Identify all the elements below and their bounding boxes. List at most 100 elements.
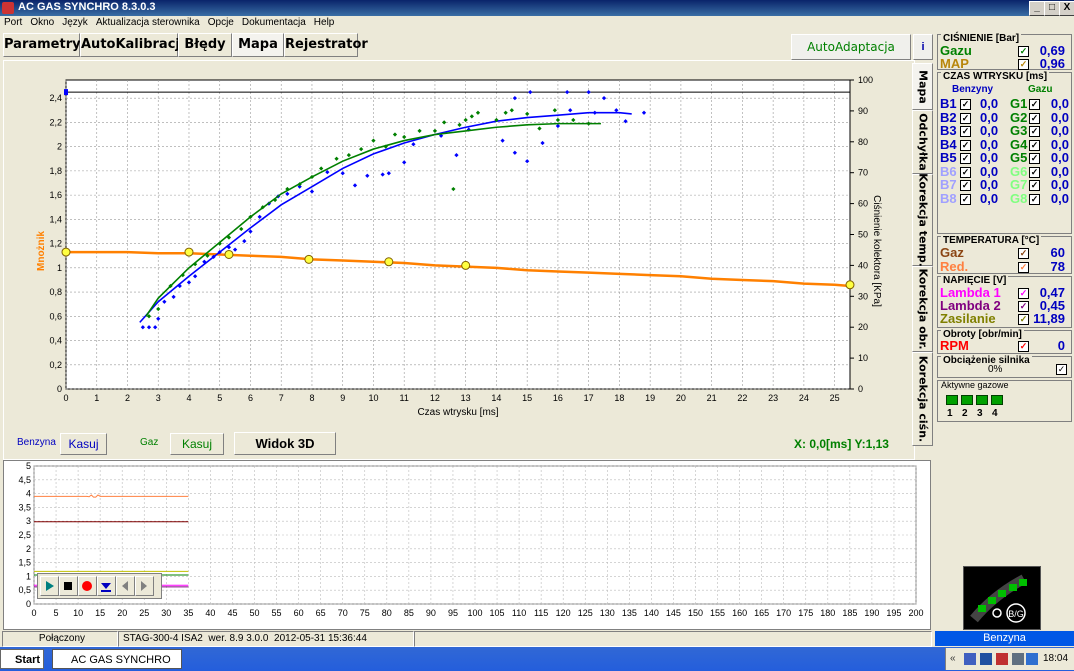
play-button[interactable] [40, 576, 59, 596]
petrol-injector-checkbox[interactable]: ✓ [960, 180, 971, 191]
petrol-injector-checkbox[interactable]: ✓ [960, 193, 971, 205]
petrol-injector-checkbox[interactable]: ✓ [960, 126, 971, 137]
tray-icon-2[interactable] [980, 653, 992, 665]
minimize-button[interactable]: _ [1029, 1, 1045, 16]
widok-3d-button[interactable]: Widok 3D [234, 432, 336, 455]
y-axis-ticks: 0 0,2 0,4 0,6 0,8 1 1,2 1,4 1,6 1,8 2 2,2 2,4 [49, 93, 62, 394]
map-checkbox[interactable]: ✓ [1018, 59, 1029, 70]
temp-gaz-checkbox[interactable]: ✓ [1018, 248, 1029, 259]
y-tick-label: 1 [57, 263, 62, 273]
menu-dokumentacja[interactable]: Dokumentacja [238, 16, 310, 28]
gas-injector-checkbox[interactable]: ✓ [1029, 99, 1040, 110]
gas-injector-value: 0,0 [1050, 136, 1069, 152]
recorder-x-tick-label: 165 [754, 608, 769, 618]
gazu-checkbox[interactable]: ✓ [1018, 46, 1029, 57]
recorder-x-tick-label: 145 [666, 608, 681, 618]
next-button[interactable] [135, 576, 154, 596]
maximize-button[interactable]: □ [1044, 1, 1060, 16]
play-icon [46, 581, 54, 591]
close-button[interactable]: X [1059, 1, 1074, 16]
info-button[interactable]: i [913, 34, 933, 60]
tray-expand-icon[interactable]: « [950, 648, 956, 670]
menu-help[interactable]: Help [310, 16, 339, 28]
lambda2-checkbox[interactable]: ✓ [1018, 301, 1029, 312]
petrol-injector-value: 0,0 [980, 136, 999, 152]
gas-injector-number: 1 [947, 408, 953, 419]
y2-tick-label: 0 [858, 384, 863, 394]
tray-icon-5[interactable] [1026, 653, 1038, 665]
petrol-injector-checkbox[interactable]: ✓ [960, 139, 971, 151]
menu-port[interactable]: Port [0, 16, 26, 28]
injector-row: B7 ✓ 0,0 G7 ✓ 0,0 [940, 178, 1069, 191]
recorder-x-tick-label: 180 [820, 608, 835, 618]
vtab-korekcja-cisn[interactable]: Korekcja ciśn. [912, 352, 933, 446]
chart-grid [65, 79, 851, 390]
petrol-marker [224, 249, 234, 259]
gas-injector-checkbox[interactable]: ✓ [1029, 166, 1040, 178]
bg-switch[interactable]: B/G [963, 566, 1041, 630]
kasuj-gaz-button[interactable]: Kasuj [170, 433, 224, 455]
x-tick-label: 19 [645, 393, 655, 403]
autoadaptacja-button[interactable]: AutoAdaptacja [791, 34, 911, 60]
tab-bledy[interactable]: Błędy [178, 33, 232, 57]
vtab-odchylka[interactable]: Odchyłka [912, 110, 933, 174]
y-tick-label: 0,4 [49, 336, 62, 346]
gas-injector-icon [946, 395, 958, 405]
tab-rejestrator[interactable]: Rejestrator [284, 33, 368, 57]
recorder-y-tick-label: 4,5 [18, 475, 31, 485]
gas-injector-checkbox[interactable]: ✓ [1029, 139, 1040, 151]
title-bar: AC GAS SYNCHRO 8.3.0.3 _ □ X [0, 0, 1074, 16]
record-button[interactable] [78, 576, 97, 596]
tab-mapa[interactable]: Mapa [232, 33, 284, 57]
zasilanie-checkbox[interactable]: ✓ [1018, 314, 1029, 325]
tray-icon-1[interactable] [964, 653, 976, 665]
petrol-injector-checkbox[interactable]: ✓ [960, 112, 971, 124]
tray-clock: 18:04 [1043, 653, 1069, 664]
taskbar-app-item[interactable]: AC GAS SYNCHRO [52, 649, 182, 669]
gas-injector-checkbox[interactable]: ✓ [1029, 112, 1040, 124]
rpm-checkbox[interactable]: ✓ [1018, 341, 1029, 352]
petrol-marker [304, 254, 314, 264]
temp-red-checkbox[interactable]: ✓ [1018, 262, 1029, 273]
tray-icon-4[interactable] [1012, 653, 1024, 665]
map-chart[interactable]: 00,20,40,60,811,21,41,61,822,22,4 010203… [4, 61, 914, 459]
petrol-marker [184, 247, 194, 257]
vtab-mapa[interactable]: Mapa [912, 63, 933, 110]
tray-icon-3[interactable] [996, 653, 1008, 665]
injection-group: CZAS WTRYSKU [ms] Benzyny Gazu B1 ✓ 0,0 G1 ✓… [937, 71, 1072, 234]
gas-injector-checkbox[interactable]: ✓ [1029, 193, 1040, 205]
x-tick-label: 2 [125, 393, 130, 403]
menu-opcje[interactable]: Opcje [204, 16, 238, 28]
gas-injector-checkbox[interactable]: ✓ [1029, 180, 1040, 191]
petrol-injector-checkbox[interactable]: ✓ [960, 153, 971, 164]
tab-parametry[interactable]: Parametry [3, 33, 81, 57]
map-chart-panel: 0 0,2 0,4 0,6 0,8 1 1,2 1,4 1,6 1,8 2 2,2 2,4 0 10 20 3… [3, 60, 915, 460]
recorder-x-tick-label: 60 [294, 608, 304, 618]
x-tick-label: 23 [768, 393, 778, 403]
lambda1-checkbox[interactable]: ✓ [1018, 288, 1029, 299]
gas-injector-value: 0,0 [1050, 190, 1069, 206]
petrol-injector-checkbox[interactable]: ✓ [960, 99, 971, 110]
save-button[interactable] [97, 576, 116, 596]
menu-jezyk[interactable]: Język [58, 16, 92, 28]
petrol-marker [384, 257, 394, 267]
recorder-x-tick-label: 30 [161, 608, 171, 618]
y-tick-label: 2 [57, 142, 62, 152]
petrol-injector-value: 0,0 [980, 109, 999, 125]
gas-injector-label: G7 [1010, 177, 1028, 192]
prev-button[interactable] [116, 576, 135, 596]
gas-injector-label: G5 [1010, 150, 1028, 165]
load-checkbox[interactable]: ✓ [1056, 364, 1067, 375]
kasuj-benzyna-button[interactable]: Kasuj [60, 433, 107, 455]
vtab-korekcja-obr[interactable]: Korekcja obr. [912, 266, 933, 352]
start-button[interactable]: Start [0, 649, 44, 669]
vtab-korekcja-temp[interactable]: Korekcja temp. [912, 173, 933, 267]
recorder-chart[interactable]: 0 0,5 1 1,5 2 2,5 3 3,5 4 4,5 5 0 5 10 15 20 25 30 35 40 45… [4, 461, 930, 629]
gas-injector-checkbox[interactable]: ✓ [1029, 126, 1040, 137]
menu-aktualizacja[interactable]: Aktualizacja sterownika [92, 16, 204, 28]
petrol-injector-checkbox[interactable]: ✓ [960, 166, 971, 178]
tab-autokalibracja[interactable]: AutoKalibracja [80, 33, 189, 57]
menu-okno[interactable]: Okno [26, 16, 58, 28]
stop-button[interactable] [59, 576, 78, 596]
gas-injector-checkbox[interactable]: ✓ [1029, 153, 1040, 164]
